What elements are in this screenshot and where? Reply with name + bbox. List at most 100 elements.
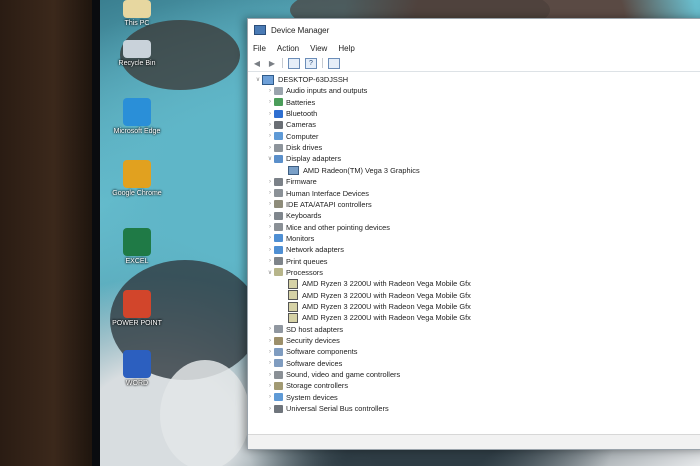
expand-chevron-icon[interactable]: › [266, 224, 274, 230]
tree-category-label: Security devices [286, 336, 340, 346]
back-arrow-icon[interactable]: ◀ [252, 59, 262, 68]
keyboard-icon [274, 211, 283, 220]
tree-device[interactable]: AMD Ryzen 3 2200U with Radeon Vega Mobil… [288, 301, 471, 312]
desktop-shortcut[interactable]: POWER POINT [112, 290, 162, 328]
tree-category[interactable]: › Human Interface Devices [266, 188, 369, 199]
tree-category[interactable]: › Computer [266, 131, 318, 142]
menu-action[interactable]: Action [277, 44, 299, 53]
tree-category[interactable]: › Monitors [266, 233, 314, 244]
tree-device-label: AMD Radeon(TM) Vega 3 Graphics [303, 165, 420, 175]
tree-category[interactable]: › Software components [266, 346, 357, 357]
forward-arrow-icon[interactable]: ▶ [267, 59, 277, 68]
tree-category[interactable]: ∨ Processors [266, 267, 323, 278]
collapse-chevron-icon[interactable]: ∨ [254, 76, 262, 83]
bluetooth-icon [274, 109, 283, 118]
title-bar[interactable]: Device Manager [248, 19, 700, 41]
tree-device[interactable]: AMD Ryzen 3 2200U with Radeon Vega Mobil… [288, 290, 471, 301]
tree-category[interactable]: › Storage controllers [266, 380, 348, 391]
tree-category[interactable]: › Software devices [266, 358, 342, 369]
desktop-shortcut[interactable]: Recycle Bin [112, 40, 162, 68]
expand-chevron-icon[interactable]: › [266, 258, 274, 264]
expand-chevron-icon[interactable]: › [266, 111, 274, 117]
expand-chevron-icon[interactable]: › [266, 383, 274, 389]
desktop-shortcut-label: This PC [124, 20, 150, 27]
sd-icon [274, 325, 283, 334]
expand-chevron-icon[interactable]: › [266, 247, 274, 253]
expand-chevron-icon[interactable]: › [266, 145, 274, 151]
expand-chevron-icon[interactable]: › [266, 406, 274, 412]
edge-icon [123, 98, 151, 126]
expand-chevron-icon[interactable]: › [266, 360, 274, 366]
collapse-chevron-icon[interactable]: ∨ [266, 155, 274, 162]
tree-category[interactable]: › System devices [266, 392, 338, 403]
expand-chevron-icon[interactable]: › [266, 122, 274, 128]
tree-category[interactable]: › Batteries [266, 97, 315, 108]
expand-chevron-icon[interactable]: › [266, 133, 274, 139]
tree-category[interactable]: › Cameras [266, 119, 316, 130]
desktop-shortcut[interactable]: EXCEL [112, 228, 162, 266]
tree-category[interactable]: › IDE ATA/ATAPI controllers [266, 199, 372, 210]
toolbar: ◀ ▶ ? [248, 55, 700, 72]
expand-chevron-icon[interactable]: › [266, 190, 274, 196]
status-bar [248, 434, 700, 449]
desktop-shortcut[interactable]: Google Chrome [112, 160, 162, 198]
tree-category[interactable]: › Network adapters [266, 244, 344, 255]
computer-icon [262, 74, 274, 85]
desktop-shortcut-label: WORD [125, 380, 149, 387]
expand-chevron-icon[interactable]: › [266, 394, 274, 400]
scan-hardware-icon[interactable] [328, 57, 340, 69]
tree-device[interactable]: AMD Ryzen 3 2200U with Radeon Vega Mobil… [288, 312, 471, 323]
tree-category[interactable]: › Audio inputs and outputs [266, 85, 367, 96]
expand-chevron-icon[interactable]: › [266, 213, 274, 219]
tree-device[interactable]: AMD Ryzen 3 2200U with Radeon Vega Mobil… [288, 278, 471, 289]
processor-chip-icon [288, 290, 298, 301]
desktop-shortcut[interactable]: Microsoft Edge [112, 98, 162, 136]
expand-chevron-icon[interactable]: › [266, 99, 274, 105]
tree-root[interactable]: ∨ DESKTOP-63DJSSH [254, 74, 348, 85]
tree-category[interactable]: › Bluetooth [266, 108, 317, 119]
tree-category[interactable]: › Firmware [266, 176, 317, 187]
tree-category[interactable]: › Keyboards [266, 210, 321, 221]
expand-chevron-icon[interactable]: › [266, 201, 274, 207]
tree-device[interactable]: AMD Radeon(TM) Vega 3 Graphics [288, 165, 420, 176]
tree-category[interactable]: › Sound, video and game controllers [266, 369, 400, 380]
recycle-bin-icon [123, 40, 151, 58]
tree-category[interactable]: ∨ Display adapters [266, 153, 341, 164]
menu-view[interactable]: View [310, 44, 327, 53]
expand-chevron-icon[interactable]: › [266, 235, 274, 241]
usb-icon [274, 404, 283, 413]
desktop-shortcut[interactable]: This PC [112, 0, 162, 28]
tree-category[interactable]: › Security devices [266, 335, 340, 346]
window-title: Device Manager [271, 25, 330, 35]
system-icon [274, 393, 283, 402]
battery-icon [274, 98, 283, 107]
tree-category-label: Software devices [286, 358, 343, 368]
tree-category[interactable]: › Universal Serial Bus controllers [266, 403, 389, 414]
expand-chevron-icon[interactable]: › [266, 349, 274, 355]
menu-help[interactable]: Help [338, 44, 354, 53]
ide-icon [274, 200, 283, 209]
disk-icon [274, 143, 283, 152]
tree-category-label: IDE ATA/ATAPI controllers [286, 199, 372, 209]
tree-category[interactable]: › SD host adapters [266, 324, 343, 335]
expand-chevron-icon[interactable]: › [266, 326, 274, 332]
device-manager-app-icon [254, 25, 266, 35]
collapse-chevron-icon[interactable]: ∨ [266, 269, 274, 276]
computer-icon [274, 132, 283, 141]
desktop-shortcut[interactable]: WORD [112, 350, 162, 388]
tree-category[interactable]: › Print queues [266, 256, 328, 267]
expand-chevron-icon[interactable]: › [266, 338, 274, 344]
tree-category[interactable]: › Disk drives [266, 142, 322, 153]
tree-category-label: Bluetooth [286, 109, 318, 119]
desktop-shortcut-label: Google Chrome [112, 190, 162, 197]
monitor-bezel [0, 0, 98, 466]
menu-file[interactable]: File [253, 44, 266, 53]
tree-category-label: Disk drives [286, 143, 323, 153]
help-icon[interactable]: ? [305, 57, 317, 69]
tree-category[interactable]: › Mice and other pointing devices [266, 222, 390, 233]
expand-chevron-icon[interactable]: › [266, 179, 274, 185]
expand-chevron-icon[interactable]: › [266, 372, 274, 378]
expand-chevron-icon[interactable]: › [266, 88, 274, 94]
properties-icon[interactable] [288, 57, 300, 69]
device-manager-window[interactable]: Device Manager File Action View Help ◀ ▶… [247, 18, 700, 450]
